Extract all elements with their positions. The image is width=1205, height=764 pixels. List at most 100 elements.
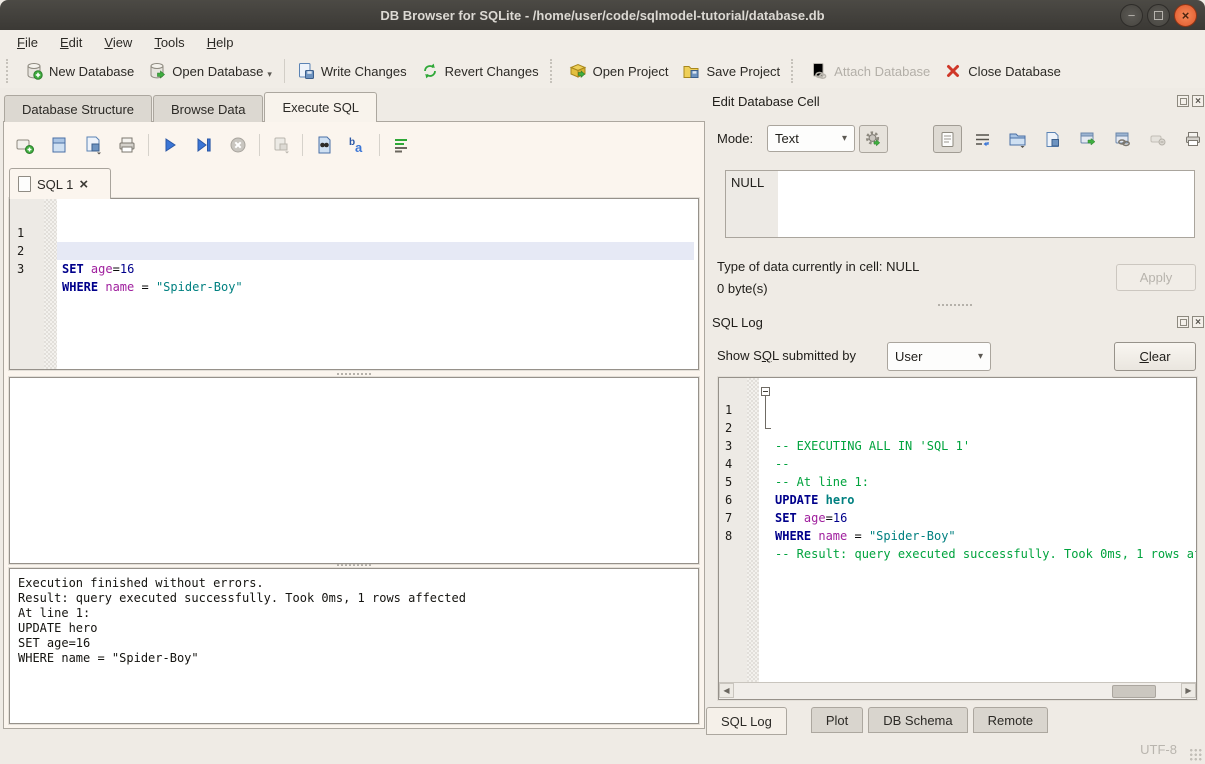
format-letters-icon: b a (348, 135, 368, 155)
save-project-icon (682, 62, 700, 80)
toolbar-drag-handle[interactable] (791, 59, 797, 83)
open-database-dropdown-icon[interactable]: ▾ (267, 69, 272, 80)
titlebar[interactable]: DB Browser for SQLite - /home/user/code/… (0, 0, 1205, 30)
tab-browse-data[interactable]: Browse Data (153, 95, 263, 122)
execute-all-button[interactable] (159, 134, 181, 156)
splitter-handle-icon (337, 373, 371, 375)
tab-sql-log[interactable]: SQL Log (706, 707, 787, 735)
menu-file[interactable]: File (6, 32, 49, 53)
toolbar-drag-handle[interactable] (6, 59, 12, 83)
fold-marker-icon[interactable] (760, 383, 773, 401)
dock-float-icon[interactable] (1177, 95, 1189, 107)
save-as-icon (1044, 131, 1061, 148)
menubar: File Edit View Tools Help (0, 30, 1205, 54)
menu-tools[interactable]: Tools (143, 32, 195, 53)
encoding-indicator[interactable]: UTF-8 (1140, 742, 1177, 757)
find-replace-button[interactable] (313, 134, 335, 156)
mode-combo[interactable]: Text ▾ (767, 125, 855, 152)
mode-combo-value: Text (775, 131, 799, 146)
toolbar-separator (379, 134, 380, 156)
sql-log-viewer[interactable]: 1 -- EXECUTING ALL IN 'SQL 1' 2 -- 3 -- … (718, 377, 1197, 700)
sql1-tab[interactable]: SQL 1 × (9, 168, 111, 199)
new-sql-tab-button[interactable] (14, 134, 36, 156)
resize-grip[interactable] (1189, 748, 1202, 761)
clear-button[interactable]: Clear (1114, 342, 1196, 371)
tab-database-structure[interactable]: Database Structure (4, 95, 152, 122)
new-database-button[interactable]: New Database (18, 58, 141, 84)
text-view-button[interactable] (933, 125, 962, 153)
tab-db-schema[interactable]: DB Schema (868, 707, 967, 733)
horizontal-scrollbar[interactable]: ◀ ▶ (719, 682, 1196, 699)
write-changes-button[interactable]: Write Changes (290, 58, 414, 84)
scrollbar-thumb[interactable] (1112, 685, 1156, 698)
results-pane[interactable] (9, 377, 699, 564)
print-sql-button[interactable] (116, 134, 138, 156)
minimize-button[interactable]: − (1120, 4, 1143, 27)
attach-database-label: Attach Database (834, 64, 930, 79)
auto-format-button[interactable]: b a (347, 134, 369, 156)
tab-execute-sql[interactable]: Execute SQL (264, 92, 377, 122)
log-line: 4 UPDATE hero (719, 437, 1196, 455)
stop-execution-button[interactable] (227, 134, 249, 156)
play-icon (160, 135, 180, 155)
tab-plot[interactable]: Plot (811, 707, 863, 733)
menu-help[interactable]: Help (196, 32, 245, 53)
open-external-button[interactable] (1073, 125, 1102, 153)
scroll-right-icon[interactable]: ▶ (1181, 683, 1196, 698)
dock-float-icon[interactable] (1177, 316, 1189, 328)
close-window-button[interactable]: × (1174, 4, 1197, 27)
open-project-button[interactable]: Open Project (562, 58, 676, 84)
open-project-label: Open Project (593, 64, 669, 79)
save-file-icon (83, 135, 103, 155)
close-database-button[interactable]: Close Database (937, 58, 1068, 84)
dock-splitter[interactable] (705, 301, 1205, 308)
toolbar-separator (259, 134, 260, 156)
fold-marker-icon (760, 455, 773, 473)
dock-close-icon[interactable]: × (1192, 316, 1204, 328)
open-sql-file-button[interactable] (48, 134, 70, 156)
sql-editor[interactable]: 1 UPDATE hero 2 SET age=16 3 WHERE name … (9, 198, 699, 370)
submitted-by-combo[interactable]: User ▾ (887, 342, 991, 371)
attach-database-button[interactable]: Attach Database (803, 58, 937, 84)
log-line: 7 -- Result: query executed successfully… (719, 491, 1196, 509)
execute-current-line-button[interactable] (193, 134, 215, 156)
message-line: Execution finished without errors. (18, 576, 690, 591)
apply-button[interactable]: Apply (1116, 264, 1196, 291)
database-open-icon (148, 62, 166, 80)
toolbar-drag-handle[interactable] (550, 59, 556, 83)
results-log-splitter[interactable] (4, 561, 704, 568)
tab-remote[interactable]: Remote (973, 707, 1049, 733)
scroll-left-icon[interactable]: ◀ (719, 683, 734, 698)
gear-arrow-icon (864, 130, 883, 149)
toggle-comment-button[interactable] (390, 134, 412, 156)
execution-message-log[interactable]: Execution finished without errors. Resul… (9, 568, 699, 724)
mode-label: Mode: (717, 131, 753, 146)
app-window: DB Browser for SQLite - /home/user/code/… (0, 0, 1205, 764)
editor-line-current[interactable]: 3 WHERE name = "Spider-Boy" (10, 242, 694, 260)
menu-view[interactable]: View (93, 32, 143, 53)
write-changes-label: Write Changes (321, 64, 407, 79)
set-null-button[interactable] (1143, 125, 1172, 153)
save-sql-file-button[interactable] (82, 134, 104, 156)
open-database-button[interactable]: Open Database ▾ (141, 58, 279, 84)
import-file-button[interactable] (1003, 125, 1032, 153)
revert-changes-button[interactable]: Revert Changes (414, 58, 546, 84)
editor-line[interactable]: 2 SET age=16 (10, 224, 694, 242)
editor-line[interactable]: 1 UPDATE hero (10, 206, 694, 224)
save-project-button[interactable]: Save Project (675, 58, 787, 84)
cell-value-editor[interactable]: NULL (725, 170, 1195, 238)
word-wrap-button[interactable] (968, 125, 997, 153)
editor-results-splitter[interactable] (4, 370, 704, 377)
code-text: WHERE name = "Spider-Boy" (775, 527, 1196, 545)
toolbar-separator (148, 134, 149, 156)
copy-link-button[interactable] (1108, 125, 1137, 153)
maximize-button[interactable] (1147, 4, 1170, 27)
dock-close-icon[interactable]: × (1192, 95, 1204, 107)
menu-edit[interactable]: Edit (49, 32, 93, 53)
revert-changes-label: Revert Changes (445, 64, 539, 79)
print-cell-button[interactable] (1178, 125, 1205, 153)
auto-apply-button[interactable] (859, 125, 888, 153)
close-tab-icon[interactable]: × (79, 177, 88, 192)
export-file-button[interactable] (1038, 125, 1067, 153)
save-results-button[interactable] (270, 134, 292, 156)
